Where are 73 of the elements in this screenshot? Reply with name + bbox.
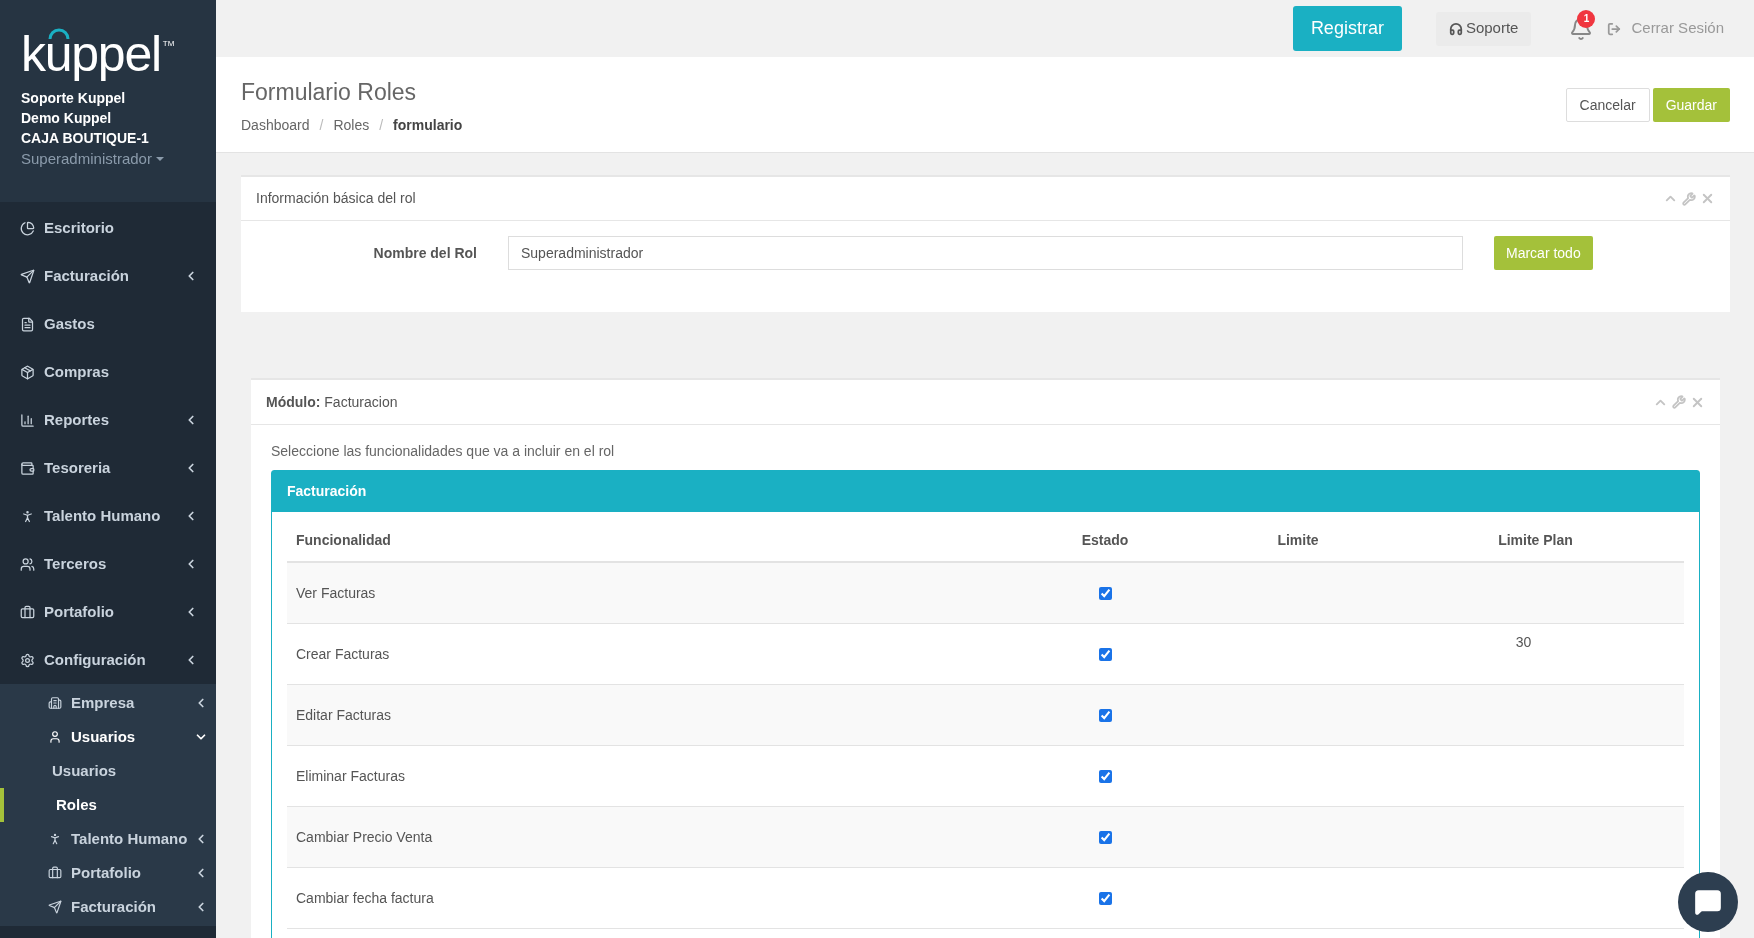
sidebar-item[interactable]: Facturación (0, 252, 216, 300)
paper-plane-icon (20, 268, 35, 284)
notification-badge: 1 (1577, 9, 1596, 28)
logo: kuppel (21, 25, 161, 82)
pie-chart-icon (20, 220, 35, 236)
trademark: TM (162, 38, 175, 50)
bar-chart-icon (20, 412, 35, 428)
instruction-text: Seleccione las funcionalidades que va a incluir en el rol (271, 442, 616, 461)
building-icon (48, 696, 62, 710)
sidebar-item[interactable]: Terceros (0, 540, 216, 588)
logout-icon (1607, 21, 1622, 36)
breadcrumb-separator: / (319, 116, 324, 135)
status-checkbox[interactable] (1098, 830, 1112, 844)
field-label: Nombre del Rol (372, 243, 477, 263)
status-checkbox[interactable] (1098, 586, 1112, 600)
wallet-icon (20, 460, 35, 476)
users-icon (20, 556, 35, 572)
panel-title: Información básica del rol (256, 189, 416, 208)
sidebar-subitem[interactable]: Empresa (0, 686, 216, 720)
sidebar-item[interactable]: Talento Humano (0, 492, 216, 540)
sidebar-item[interactable]: Gastos (0, 300, 216, 348)
sidebar-item[interactable]: Escritorio (0, 204, 216, 252)
chat-icon (1694, 888, 1722, 916)
sidebar-link[interactable]: Roles (0, 788, 216, 822)
person-icon (48, 832, 62, 846)
breadcrumb-separator: / (379, 116, 384, 135)
breadcrumb[interactable]: Dashboard (241, 115, 310, 136)
sidebar-subitem[interactable]: Portafolio (0, 856, 216, 890)
sidebar-subitem[interactable]: Facturación (0, 890, 216, 924)
sidebar-item[interactable]: Portafolio (0, 588, 216, 636)
breadcrumb[interactable]: Roles (333, 115, 370, 136)
column-header: Limite Plan (1497, 531, 1574, 550)
column-header: Funcionalidad (295, 531, 392, 550)
user-info: CAJA BOUTIQUE-1 (21, 129, 150, 148)
status-checkbox[interactable] (1098, 769, 1112, 783)
panel-title: Módulo: Facturacion (266, 392, 398, 412)
sidebar-item[interactable]: Tesoreria (0, 444, 216, 492)
document-icon (20, 316, 35, 332)
status-checkbox[interactable] (1098, 891, 1112, 905)
role-dropdown[interactable]: Superadministrador (21, 148, 195, 170)
page-title: Formulario Roles (241, 78, 418, 107)
sidebar-link[interactable]: Usuarios (0, 754, 216, 788)
user-icon (48, 730, 62, 744)
status-checkbox[interactable] (1098, 647, 1112, 661)
function-name: Ver Facturas (295, 583, 377, 603)
headset-icon (1448, 21, 1463, 36)
briefcase-icon (48, 866, 62, 880)
sidebar-subitem[interactable]: Usuarios (0, 720, 216, 754)
briefcase-icon (20, 604, 35, 620)
support-button[interactable]: Soporte (1435, 11, 1532, 46)
function-name: Eliminar Facturas (295, 766, 406, 786)
person-icon (20, 508, 35, 524)
breadcrumb: formulario (393, 116, 463, 135)
sidebar-item[interactable]: Compras (0, 348, 216, 396)
function-name: Editar Facturas (295, 705, 392, 725)
function-name: Cambiar fecha factura (295, 888, 435, 908)
gear-icon (20, 652, 35, 668)
paper-plane-icon (48, 900, 62, 914)
column-header: Limite (1276, 531, 1320, 550)
function-name: Crear Facturas (295, 644, 391, 664)
plan-limit: 30 (1514, 633, 1533, 652)
sidebar-item[interactable]: Reportes (0, 396, 216, 444)
sidebar-subitem[interactable]: Talento Humano (0, 822, 216, 856)
role-name-field[interactable]: Superadministrador (508, 236, 1463, 270)
status-checkbox[interactable] (1098, 708, 1112, 722)
column-header: Estado (1080, 531, 1130, 550)
user-info: Demo Kuppel (21, 109, 113, 128)
box-icon (20, 364, 35, 380)
user-info: Soporte Kuppel (21, 89, 127, 108)
cancel-button[interactable]: Cancelar (1565, 88, 1650, 122)
sidebar-item[interactable]: Configuración (0, 636, 216, 684)
box-header: Facturación (272, 471, 1699, 512)
function-name: Cambiar Precio Venta (295, 827, 434, 847)
